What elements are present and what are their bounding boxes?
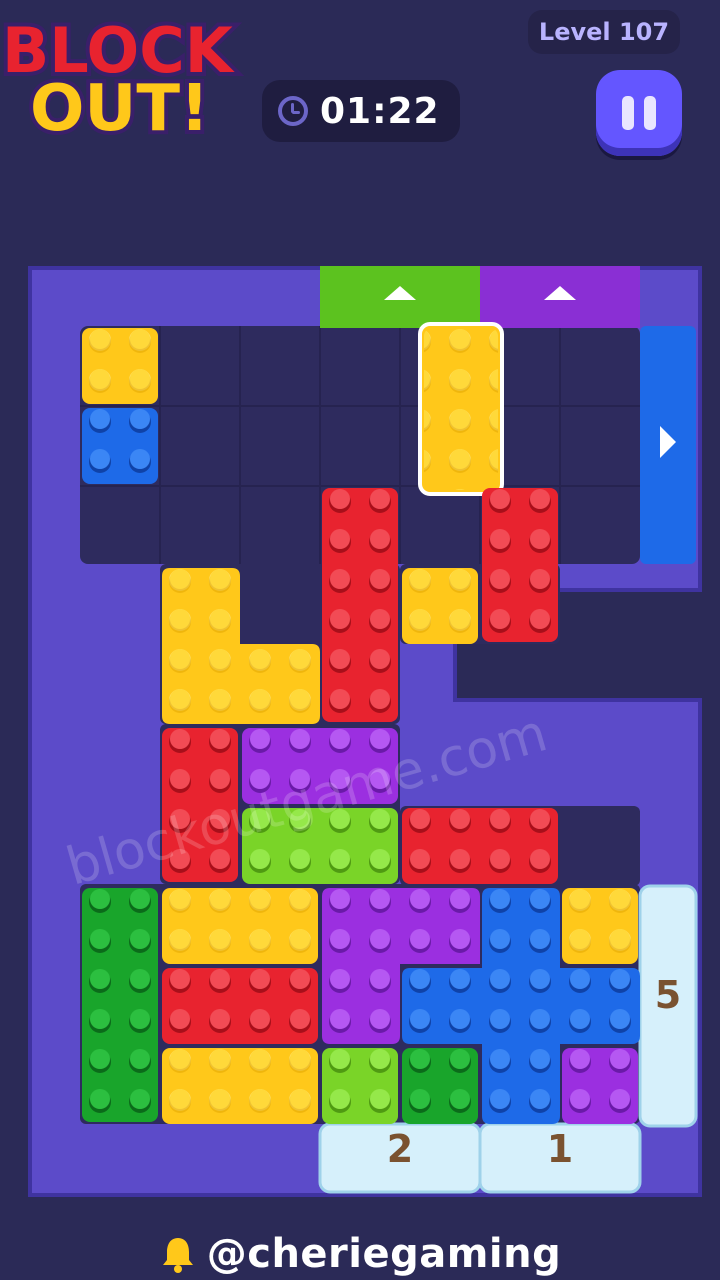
bell-icon — [162, 1238, 193, 1273]
footer: @cheriegaming — [0, 1228, 720, 1280]
ice-gate-bottom-left-label: 2 — [387, 1127, 413, 1171]
ice-gate-right-label: 5 — [655, 973, 681, 1017]
ice-gate-bottom-right-label: 1 — [547, 1127, 573, 1171]
creator-handle: @cheriegaming — [206, 1231, 562, 1277]
game-board: 5 2 1 — [28, 266, 702, 1197]
